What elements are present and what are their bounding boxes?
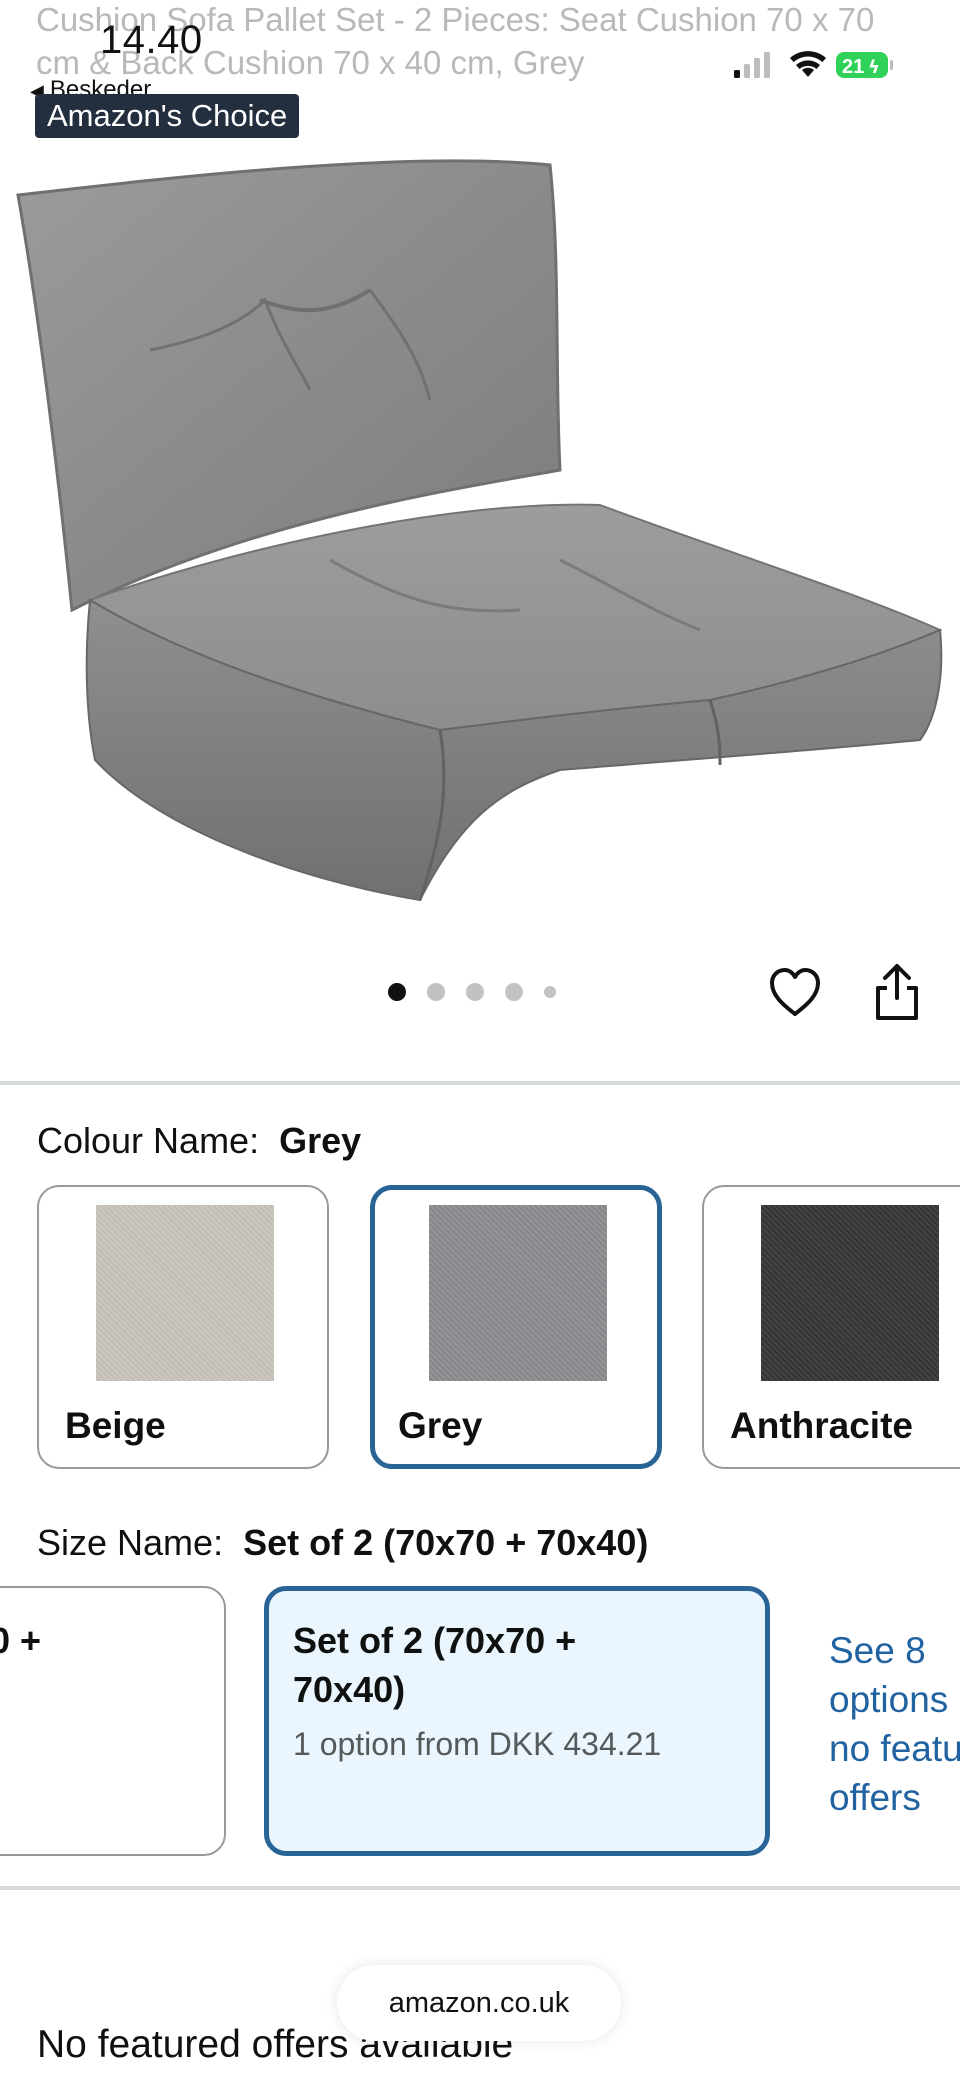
size-option-previous[interactable]: 0 + bbox=[0, 1586, 226, 1856]
battery-level: 21 bbox=[842, 56, 864, 78]
amazons-choice-badge: Amazon's Choice bbox=[35, 94, 300, 138]
share-icon[interactable] bbox=[872, 962, 922, 1022]
colour-option-grey[interactable]: Grey bbox=[370, 1185, 662, 1469]
size-option-title: 0 + bbox=[0, 1620, 42, 1661]
colour-option-label: Anthracite bbox=[730, 1405, 913, 1446]
colour-selected: Grey bbox=[279, 1120, 362, 1161]
wifi-icon bbox=[790, 51, 826, 77]
size-option-title-line-1: Set of 2 (70x70 + bbox=[293, 1620, 577, 1661]
carousel-dot[interactable] bbox=[388, 983, 406, 1001]
colour-row-label: Colour Name: Grey bbox=[37, 1120, 361, 1162]
svg-text:ϟ: ϟ bbox=[868, 57, 880, 78]
section-divider bbox=[0, 1081, 960, 1085]
section-divider bbox=[0, 1886, 960, 1890]
see-more-options-link[interactable]: See 8 options no featu offers bbox=[829, 1626, 960, 1822]
see-options-line: no featu bbox=[829, 1728, 960, 1769]
see-options-line: options bbox=[829, 1679, 949, 1720]
size-selected: Set of 2 (70x70 + 70x40) bbox=[243, 1522, 649, 1563]
carousel-dot[interactable] bbox=[427, 983, 445, 1001]
size-option-title-line-2: 70x40) bbox=[293, 1669, 406, 1710]
battery-icon: 21 ϟ bbox=[836, 52, 893, 78]
colour-label: Colour Name: bbox=[37, 1120, 260, 1161]
cellular-signal-icon bbox=[734, 52, 770, 78]
colour-option-beige[interactable]: Beige bbox=[37, 1185, 329, 1469]
size-row-label: Size Name: Set of 2 (70x70 + 70x40) bbox=[37, 1522, 648, 1564]
status-icons: 21 ϟ bbox=[734, 51, 893, 78]
see-options-line: See 8 bbox=[829, 1630, 926, 1671]
size-option-price: 1 option from DKK 434.21 bbox=[293, 1726, 662, 1762]
colour-option-label: Beige bbox=[65, 1405, 166, 1446]
carousel-dot[interactable] bbox=[544, 986, 556, 998]
colour-option-label: Grey bbox=[398, 1405, 483, 1446]
status-time: 14.40 bbox=[100, 18, 203, 62]
carousel-dot[interactable] bbox=[466, 983, 484, 1001]
grey-swatch-image bbox=[429, 1205, 607, 1381]
carousel-dot[interactable] bbox=[505, 983, 523, 1001]
beige-swatch-image bbox=[96, 1205, 274, 1381]
size-label: Size Name: bbox=[37, 1522, 224, 1563]
browser-url-bar[interactable]: amazon.co.uk bbox=[337, 1965, 621, 2041]
see-options-line: offers bbox=[829, 1777, 921, 1818]
product-image[interactable] bbox=[0, 140, 960, 930]
size-option-set-of-2[interactable]: Set of 2 (70x70 + 70x40) 1 option from D… bbox=[264, 1586, 770, 1856]
anthracite-swatch-image bbox=[761, 1205, 939, 1381]
image-carousel-dots[interactable] bbox=[388, 983, 577, 1001]
heart-icon[interactable] bbox=[768, 966, 822, 1020]
colour-option-anthracite[interactable]: Anthracite bbox=[702, 1185, 960, 1469]
